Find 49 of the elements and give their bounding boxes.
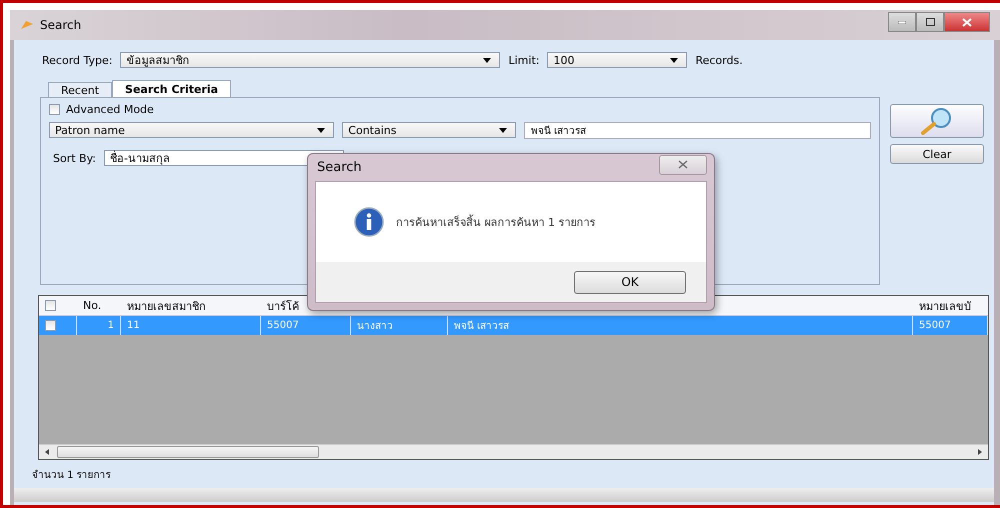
maximize-icon [926, 18, 934, 26]
dialog-message: การค้นหาเสร็จสิ้น ผลการค้นหา 1 รายการ [396, 214, 596, 231]
checkbox[interactable] [49, 104, 60, 114]
column-header[interactable]: บาร์โค้ [267, 296, 299, 314]
table-cell: 55007 [913, 316, 988, 335]
close-icon [962, 18, 972, 26]
scrollbar-thumb[interactable] [57, 446, 319, 458]
clear-button[interactable]: Clear [890, 144, 984, 164]
column-header[interactable]: No. [83, 299, 102, 312]
table-cell: 1 [77, 316, 121, 335]
record-type-label: Record Type: [42, 54, 112, 66]
field-dropdown[interactable]: Patron name [49, 122, 334, 138]
record-type-dropdown[interactable]: ข้อมูลสมาชิก [120, 52, 500, 68]
dropdown-arrow-icon [317, 128, 326, 132]
checkbox[interactable] [45, 320, 56, 331]
column-header[interactable]: หมายเลขบั [919, 296, 971, 314]
close-button[interactable] [659, 154, 707, 174]
scroll-right-icon [978, 449, 982, 455]
column-header[interactable]: หมายเลขสมาชิก [127, 296, 206, 314]
close-icon [678, 160, 688, 169]
advanced-mode-label: Advanced Mode [66, 102, 154, 116]
dropdown-arrow-icon [670, 58, 678, 62]
operator-dropdown[interactable]: Contains [342, 122, 516, 138]
search-icon [920, 107, 954, 135]
status-text: จำนวน 1 รายการ [32, 468, 112, 482]
info-icon [354, 207, 384, 237]
tab[interactable]: Search Criteria [112, 80, 232, 97]
horizontal-scrollbar[interactable] [39, 444, 988, 459]
records-label: Records. [695, 54, 743, 66]
maximize-button[interactable] [916, 12, 944, 32]
dropdown-arrow-icon [498, 128, 507, 132]
table-cell: 55007 [261, 316, 351, 335]
scroll-left-icon [45, 449, 49, 455]
ok-button[interactable]: OK [574, 270, 686, 294]
limit-dropdown[interactable]: 100 [547, 52, 688, 68]
search-input-field[interactable]: พจนี เสาวรส [524, 122, 871, 138]
app-icon [20, 19, 34, 31]
search-button[interactable] [890, 104, 984, 138]
dropdown-arrow-icon [483, 58, 492, 62]
sort-by-label: Sort By: [53, 152, 96, 164]
minimize-icon [898, 20, 906, 24]
table-cell: พจนี เสาวรส [448, 316, 913, 335]
table-cell: นางสาว [351, 316, 448, 335]
select-all-checkbox[interactable] [45, 300, 56, 311]
tab[interactable]: Recent [48, 82, 112, 97]
close-button[interactable] [944, 12, 990, 32]
window-title: Search [40, 18, 82, 32]
limit-label: Limit: [508, 54, 540, 66]
table-cell: 11 [121, 316, 261, 335]
